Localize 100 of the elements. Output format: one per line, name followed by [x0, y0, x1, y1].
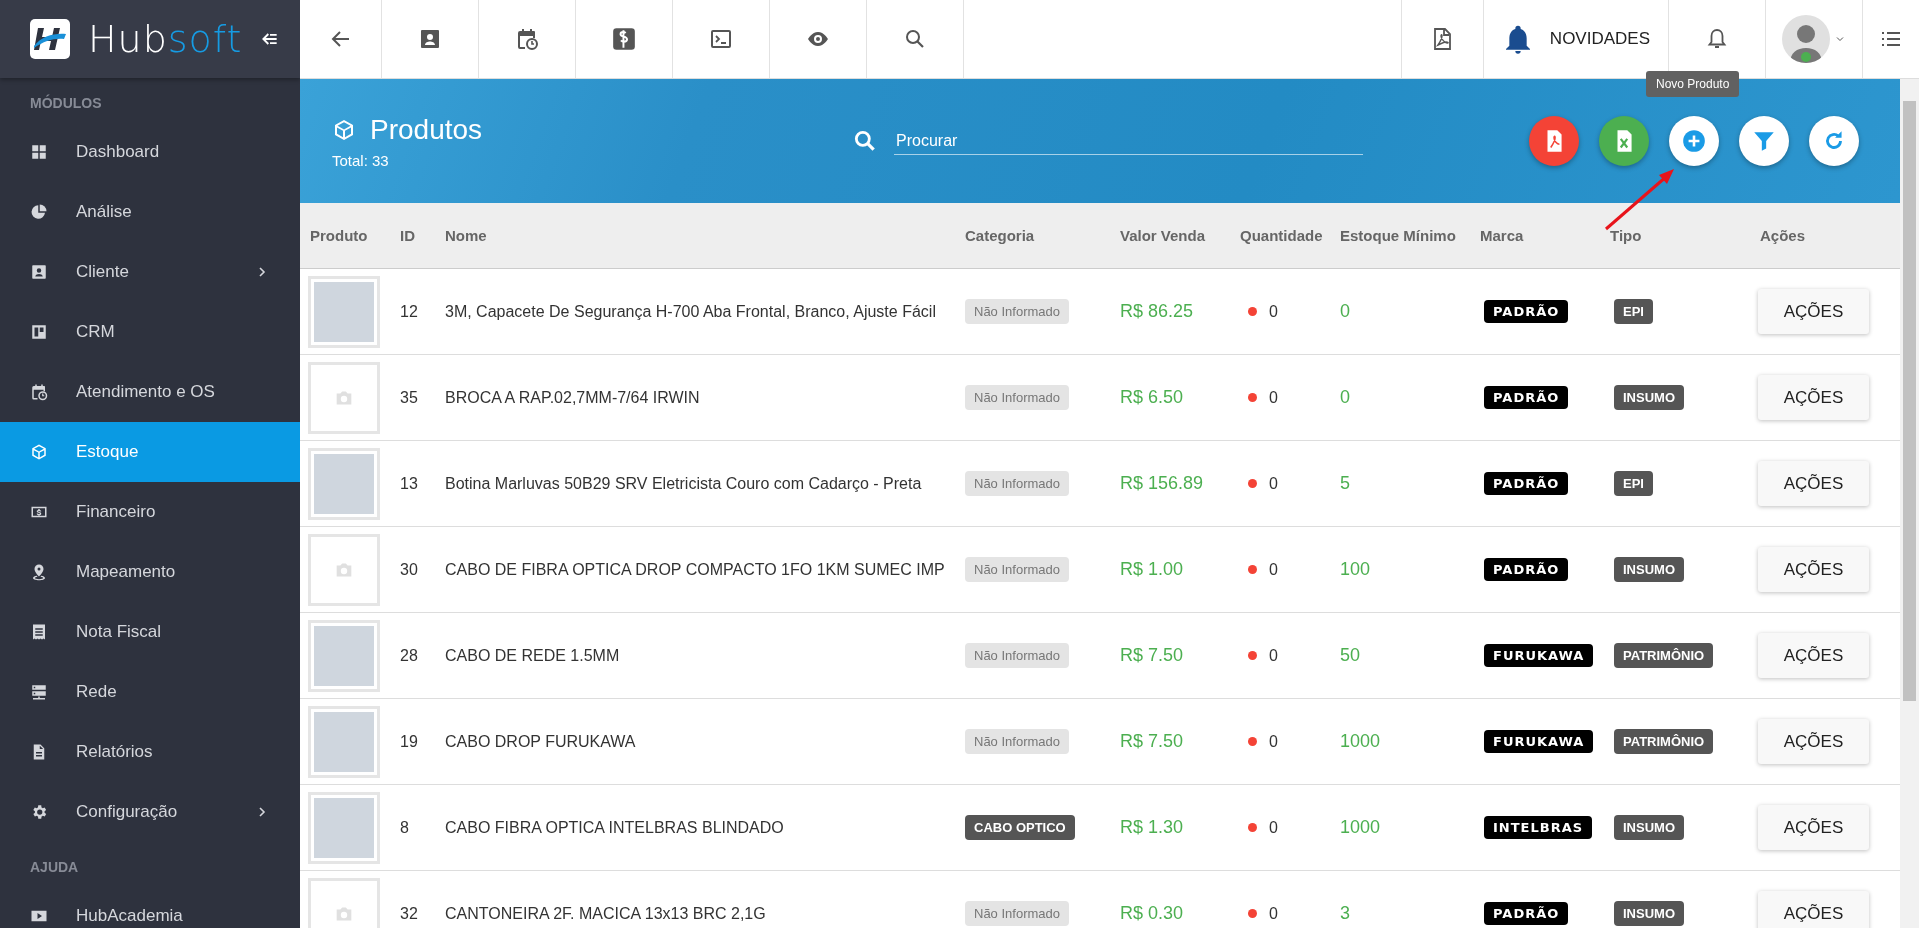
brand-badge: PADRÃO	[1484, 902, 1569, 925]
grid-icon	[30, 143, 48, 161]
sidebar-item[interactable]: Atendimento e OS	[0, 362, 300, 422]
actions-button[interactable]: AÇÕES	[1758, 633, 1869, 678]
quantity-cell: 0	[1269, 732, 1278, 751]
price-cell-text: R$ 1.00	[1119, 559, 1185, 580]
type-badge: INSUMO	[1614, 385, 1684, 410]
category-badge: Não Informado	[965, 471, 1069, 496]
category-badge: CABO OPTICO	[965, 815, 1075, 840]
product-name: CABO DE FIBRA OPTICA DROP COMPACTO 1FO 1KM SUMEC IMP	[445, 560, 946, 579]
column-header: Quantidade	[1239, 227, 1324, 244]
quantity-cell: 0	[1269, 302, 1278, 321]
quantity-cell: 0	[1269, 646, 1278, 665]
sidebar-item[interactable]: Dashboard	[0, 122, 300, 182]
tooltip: Novo Produto	[1646, 71, 1740, 97]
product-name: CABO DE REDE 1.5MM	[445, 646, 621, 665]
export-pdf-button[interactable]	[1529, 116, 1579, 166]
column-header: Ações	[1759, 227, 1807, 244]
sidebar-item[interactable]: HubAcademia	[0, 886, 300, 928]
brand-badge: PADRÃO	[1484, 300, 1569, 323]
dollar-icon	[611, 26, 637, 52]
sidebar-item[interactable]: Cliente	[0, 242, 300, 302]
category-badge: Não Informado	[965, 643, 1069, 668]
price-cell-text: R$ 7.50	[1119, 731, 1185, 752]
logo-icon	[30, 19, 70, 59]
photo-placeholder	[314, 453, 374, 514]
avatar-icon	[1782, 15, 1830, 63]
id-cell-text: 30	[400, 560, 419, 579]
quantity-cell: 0	[1269, 904, 1278, 923]
column-header: Categoria	[964, 227, 1036, 244]
min-stock-cell-text: 1000	[1339, 817, 1382, 838]
min-stock-cell-text: 50	[1339, 645, 1362, 666]
terminal-icon	[709, 27, 733, 51]
type-badge: PATRIMÔNIO	[1614, 729, 1714, 754]
type-badge: INSUMO	[1614, 557, 1684, 582]
photo-placeholder	[314, 797, 374, 858]
scrollbar[interactable]	[1900, 79, 1919, 928]
calendar-clock-icon	[30, 383, 48, 401]
quantity-cell: 0	[1269, 818, 1278, 837]
brand-badge: PADRÃO	[1484, 558, 1569, 581]
actions-button[interactable]: AÇÕES	[1758, 547, 1869, 592]
id-cell-text: 35	[400, 388, 419, 407]
category-badge: Não Informado	[965, 901, 1069, 926]
receipt-icon	[30, 623, 48, 641]
price-cell-text: R$ 86.25	[1119, 301, 1195, 322]
id-cell-text: 28	[400, 646, 419, 665]
sidebar-item[interactable]: Financeiro	[0, 482, 300, 542]
id-cell-text: 32	[400, 904, 419, 923]
actions-button[interactable]: AÇÕES	[1758, 461, 1869, 506]
add-product-button[interactable]	[1669, 116, 1719, 166]
brand-logo: Hubsoft	[88, 20, 243, 58]
type-badge: INSUMO	[1614, 815, 1684, 840]
min-stock-cell-text: 0	[1339, 301, 1351, 322]
sidebar-item[interactable]: CRM	[0, 302, 300, 362]
id-cell-text: 13	[400, 474, 419, 493]
pie-chart-icon	[30, 203, 48, 221]
type-badge: PATRIMÔNIO	[1614, 643, 1714, 668]
quantity-cell: 0	[1269, 560, 1278, 579]
section-label: MÓDULOS	[29, 93, 103, 113]
id-cell-text: 19	[400, 732, 419, 751]
actions-button[interactable]: AÇÕES	[1758, 719, 1869, 764]
brand-badge: PADRÃO	[1484, 472, 1569, 495]
column-header: Estoque Mínimo	[1339, 227, 1457, 244]
price-cell-text: R$ 7.50	[1119, 645, 1185, 666]
sidebar-item[interactable]: Mapeamento	[0, 542, 300, 602]
actions-button[interactable]: AÇÕES	[1758, 805, 1869, 850]
product-name: CABO DROP FURUKAWA	[445, 732, 637, 751]
category-badge: Não Informado	[965, 729, 1069, 754]
sidebar-item[interactable]: Configuração	[0, 782, 300, 842]
product-name: BROCA A RAP.02,7MM-7/64 IRWIN	[445, 388, 701, 407]
actions-button[interactable]: AÇÕES	[1758, 289, 1869, 334]
sidebar-item[interactable]: Relatórios	[0, 722, 300, 782]
brand-badge: FURUKAWA	[1484, 730, 1594, 753]
type-badge: EPI	[1614, 471, 1653, 496]
actions-button[interactable]: AÇÕES	[1758, 891, 1869, 928]
map-pin-icon	[30, 563, 48, 581]
sidebar-item[interactable]: Rede	[0, 662, 300, 722]
cube-icon	[332, 117, 356, 142]
sidebar-item[interactable]: Nota Fiscal	[0, 602, 300, 662]
type-badge: EPI	[1614, 299, 1653, 324]
price-cell-text: R$ 1.30	[1119, 817, 1185, 838]
actions-button[interactable]: AÇÕES	[1758, 375, 1869, 420]
server-icon	[30, 683, 48, 701]
filter-button[interactable]	[1739, 116, 1789, 166]
product-name: CABO FIBRA OPTICA INTELBRAS BLINDADO	[445, 818, 785, 837]
export-spreadsheet-button[interactable]	[1599, 116, 1649, 166]
column-header: Valor Venda	[1119, 227, 1207, 244]
product-name: 3M, Capacete De Segurança H-700 Aba Frontal, Branco, Ajuste Fácil	[445, 302, 937, 321]
min-stock-cell-text: 1000	[1339, 731, 1382, 752]
sidebar-item[interactable]: Análise	[0, 182, 300, 242]
calendar-clock-icon	[515, 27, 539, 51]
photo-placeholder	[314, 711, 374, 772]
search-field[interactable]: Procurar	[894, 127, 1363, 155]
refresh-button[interactable]	[1809, 116, 1859, 166]
id-cell-text: 8	[400, 818, 410, 837]
plus-circle-icon	[1681, 128, 1707, 154]
board-icon	[30, 323, 48, 341]
contact-card-icon	[30, 263, 48, 281]
column-header: ID	[400, 227, 416, 244]
section-label: AJUDA	[29, 858, 80, 877]
